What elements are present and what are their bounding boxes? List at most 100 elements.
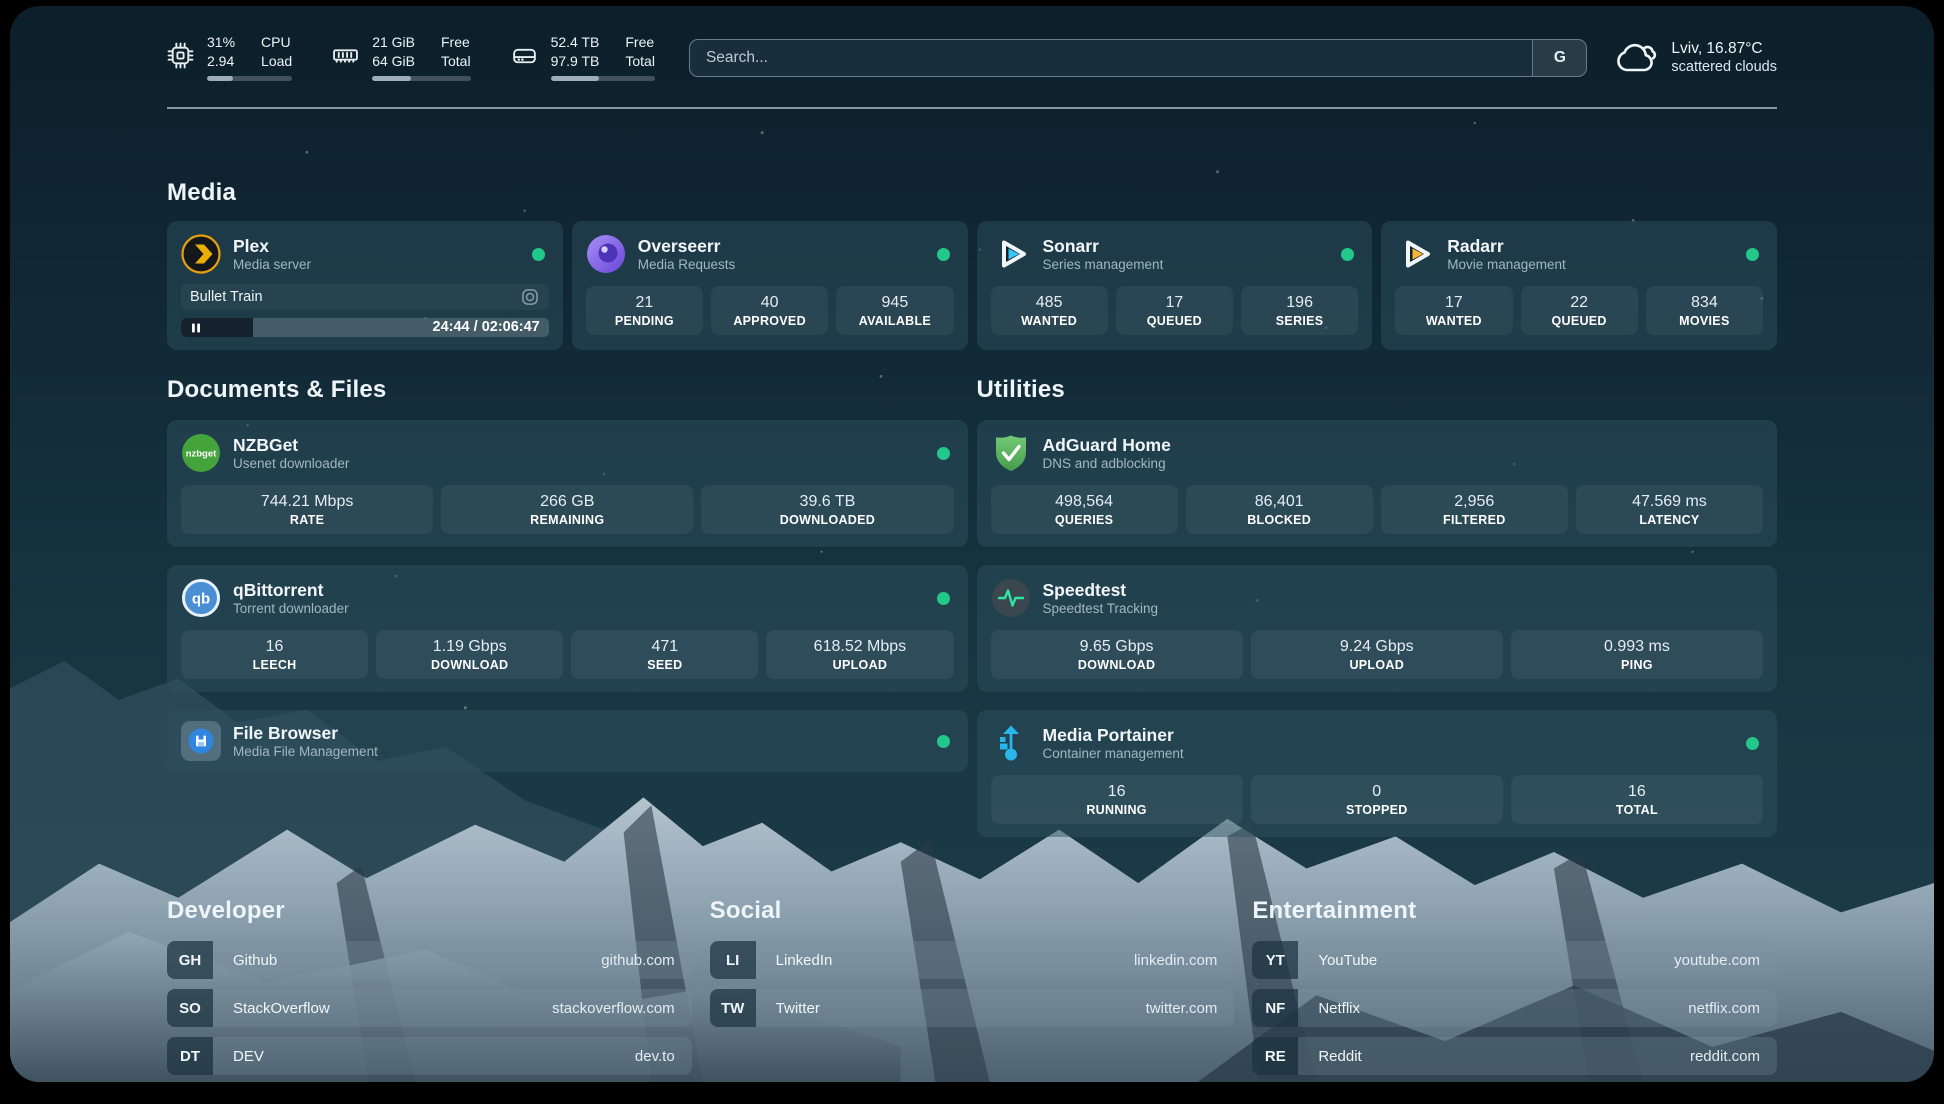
qbittorrent-card[interactable]: qb qBittorrent Torrent downloader 16 LEE…: [167, 565, 968, 692]
search-input[interactable]: [690, 40, 1532, 76]
service-description: Media Requests: [638, 257, 736, 273]
stat-series: 196 SERIES: [1241, 286, 1358, 335]
overseerr-card[interactable]: Overseerr Media Requests 21 PENDING 40 A…: [572, 221, 968, 350]
service-name: File Browser: [233, 723, 378, 743]
stat-remaining: 266 GB REMAINING: [441, 485, 693, 534]
bookmark-youtube[interactable]: YT YouTube youtube.com: [1252, 941, 1777, 979]
sonarr-card[interactable]: Sonarr Series management 485 WANTED 17 Q…: [977, 221, 1373, 350]
portainer-icon: [991, 723, 1031, 763]
filebrowser-icon: [181, 721, 221, 761]
bookmark-dev[interactable]: DT DEV dev.to: [167, 1037, 692, 1075]
cpu-widget: 31% 2.94 CPU Load: [167, 34, 292, 81]
documents-section-title: Documents & Files: [167, 376, 968, 404]
disk-widget: 52.4 TB 97.9 TB Free Total: [511, 34, 655, 81]
bookmark-url: youtube.com: [1674, 941, 1777, 979]
overseerr-icon: [586, 234, 626, 274]
utilities-section-title: Utilities: [977, 376, 1778, 404]
portainer-card[interactable]: Media Portainer Container management 16 …: [977, 710, 1778, 837]
disk-progress-bar: [551, 76, 655, 81]
section-media: Media Plex Media server: [167, 179, 1777, 350]
plex-card[interactable]: Plex Media server Bullet Train: [167, 221, 563, 350]
top-bar: 31% 2.94 CPU Load: [167, 6, 1777, 81]
weather-condition: scattered clouds: [1671, 59, 1777, 75]
bookmark-abbr: TW: [710, 989, 756, 1027]
social-section-title: Social: [710, 897, 1235, 925]
status-dot: [937, 248, 950, 261]
stat-download: 9.65 Gbps DOWNLOAD: [991, 630, 1243, 679]
stat-downloaded: 39.6 TB DOWNLOADED: [701, 485, 953, 534]
memory-free-label: Free: [441, 34, 471, 51]
bookmark-stackoverflow[interactable]: SO StackOverflow stackoverflow.com: [167, 989, 692, 1027]
system-widgets: 31% 2.94 CPU Load: [167, 34, 655, 81]
speedtest-card[interactable]: Speedtest Speedtest Tracking 9.65 Gbps D…: [977, 565, 1778, 692]
weather-widget: Lviv, 16.87°C scattered clouds: [1615, 39, 1777, 77]
bookmark-name: Netflix: [1298, 989, 1688, 1027]
nzbget-card[interactable]: nzbget NZBGet Usenet downloader 744.21 M…: [167, 420, 968, 547]
playback-time: 24:44 / 02:06:47: [433, 318, 540, 337]
stat-filtered: 2,956 FILTERED: [1381, 485, 1568, 534]
bookmark-abbr: RE: [1252, 1037, 1298, 1075]
stat-queued: 22 QUEUED: [1521, 286, 1638, 335]
service-name: Plex: [233, 236, 311, 256]
stat-running: 16 RUNNING: [991, 775, 1243, 824]
stat-wanted: 485 WANTED: [991, 286, 1108, 335]
camera-icon[interactable]: [520, 287, 540, 307]
bookmark-url: netflix.com: [1688, 989, 1777, 1027]
stat-queries: 498,564 QUERIES: [991, 485, 1178, 534]
stat-leech: 16 LEECH: [181, 630, 368, 679]
status-dot: [1746, 737, 1759, 750]
disk-total-label: Total: [625, 53, 655, 70]
disk-free-value: 52.4 TB: [551, 34, 600, 51]
bookmark-abbr: LI: [710, 941, 756, 979]
stat-download: 1.19 Gbps DOWNLOAD: [376, 630, 563, 679]
dashboard: 31% 2.94 CPU Load: [10, 6, 1934, 1082]
bookmark-linkedin[interactable]: LI LinkedIn linkedin.com: [710, 941, 1235, 979]
bookmark-abbr: DT: [167, 1037, 213, 1075]
memory-total-value: 64 GiB: [372, 53, 415, 70]
cpu-usage-value: 31%: [207, 34, 235, 51]
radarr-card[interactable]: Radarr Movie management 17 WANTED 22 QUE…: [1381, 221, 1777, 350]
service-name: Sonarr: [1043, 236, 1164, 256]
bookmark-name: LinkedIn: [756, 941, 1134, 979]
bookmark-url: dev.to: [635, 1037, 692, 1075]
section-utilities: Utilities AdGuard Home DNS and adbl: [977, 376, 1778, 837]
service-description: Movie management: [1447, 257, 1566, 273]
cloud-icon: [1615, 39, 1659, 77]
service-name: qBittorrent: [233, 580, 349, 600]
memory-widget: 21 GiB 64 GiB Free Total: [332, 34, 470, 81]
stat-blocked: 86,401 BLOCKED: [1186, 485, 1373, 534]
cpu-icon: [167, 42, 194, 69]
service-name: NZBGet: [233, 435, 349, 455]
bookmark-abbr: YT: [1252, 941, 1298, 979]
stat-seed: 471 SEED: [571, 630, 758, 679]
media-section-title: Media: [167, 179, 1777, 207]
adguard-card[interactable]: AdGuard Home DNS and adblocking 498,564 …: [977, 420, 1778, 547]
qbittorrent-icon: qb: [181, 578, 221, 618]
bookmark-github[interactable]: GH Github github.com: [167, 941, 692, 979]
stat-ping: 0.993 ms PING: [1511, 630, 1763, 679]
search-provider-button[interactable]: G: [1532, 40, 1586, 76]
service-description: Speedtest Tracking: [1043, 601, 1159, 617]
weather-location-temp: Lviv, 16.87°C: [1671, 40, 1777, 58]
topbar-divider: [167, 107, 1777, 109]
section-social: Social LI LinkedIn linkedin.com TW Twitt…: [710, 897, 1235, 1075]
service-name: Radarr: [1447, 236, 1566, 256]
entertainment-section-title: Entertainment: [1252, 897, 1777, 925]
status-dot: [937, 735, 950, 748]
stat-upload: 9.24 Gbps UPLOAD: [1251, 630, 1503, 679]
bookmark-name: DEV: [213, 1037, 635, 1075]
bookmark-twitter[interactable]: TW Twitter twitter.com: [710, 989, 1235, 1027]
bookmark-name: StackOverflow: [213, 989, 552, 1027]
disk-icon: [511, 42, 538, 69]
bookmark-name: Reddit: [1298, 1037, 1690, 1075]
bookmark-reddit[interactable]: RE Reddit reddit.com: [1252, 1037, 1777, 1075]
stat-movies: 834 MOVIES: [1646, 286, 1763, 335]
filebrowser-card[interactable]: File Browser Media File Management: [167, 710, 968, 772]
bookmark-netflix[interactable]: NF Netflix netflix.com: [1252, 989, 1777, 1027]
bookmark-abbr: NF: [1252, 989, 1298, 1027]
section-documents: Documents & Files nzbget NZBGet Usenet d…: [167, 376, 968, 837]
memory-free-value: 21 GiB: [372, 34, 415, 51]
stat-latency: 47.569 ms LATENCY: [1576, 485, 1763, 534]
status-dot: [1341, 248, 1354, 261]
playback-progress-bar: 24:44 / 02:06:47: [181, 318, 549, 337]
